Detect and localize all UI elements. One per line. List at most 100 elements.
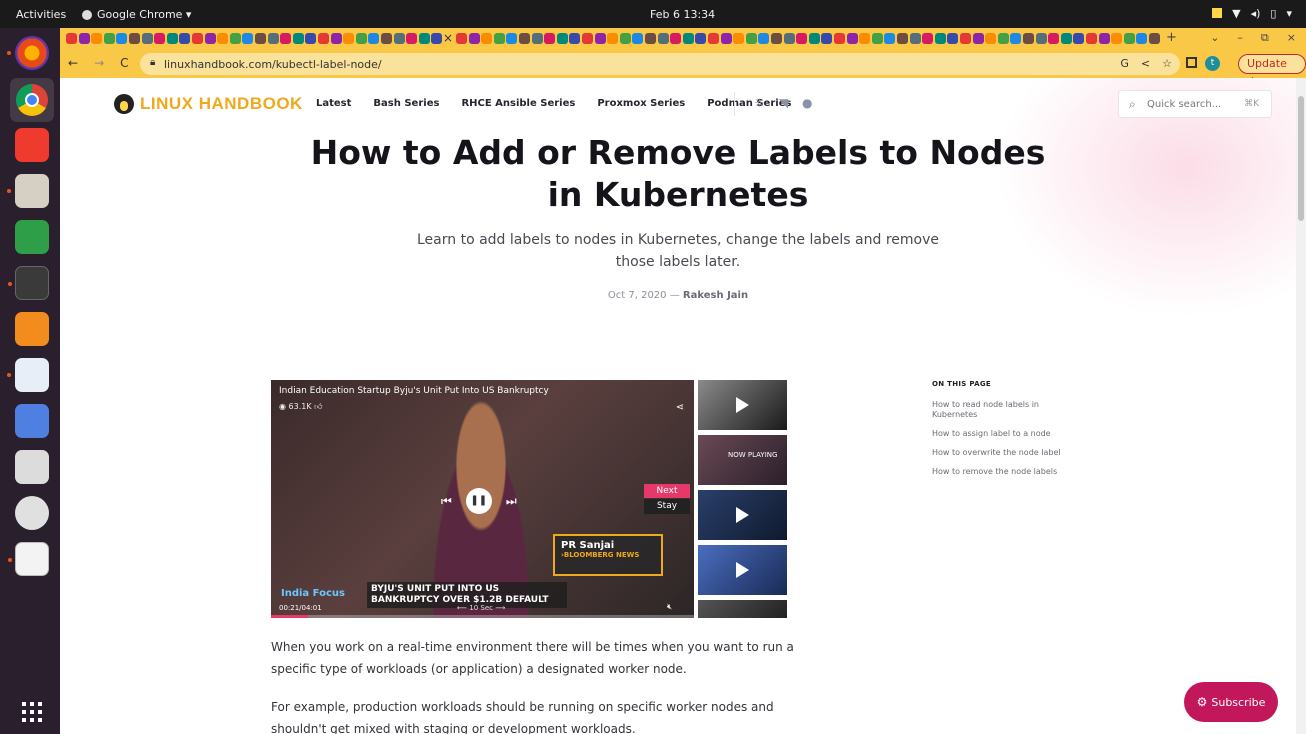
document-viewer-icon[interactable] [8,542,49,576]
activities-button[interactable]: Activities [16,8,66,21]
tab-favicon-icon[interactable] [393,33,405,44]
text-editor-icon[interactable] [7,358,49,392]
image-viewer-icon[interactable] [15,450,49,484]
tab-close-icon[interactable]: × [443,31,453,45]
tab-favicon-icon[interactable] [733,33,745,44]
tab-favicon-icon[interactable] [695,33,707,44]
playlist-thumb-2[interactable]: NOW PLAYING [698,435,787,485]
tab-favicon-icon[interactable] [78,33,90,44]
tab-favicon-icon[interactable] [531,33,543,44]
tab-favicon-icon[interactable] [682,33,694,44]
tab-favicon-icon[interactable] [141,33,153,44]
tab-favicon-icon[interactable] [1048,33,1060,44]
spreadsheet-icon[interactable] [15,220,49,254]
url-text[interactable]: linuxhandbook.com/kubectl-label-node/ [164,58,382,71]
restore-icon[interactable]: ⧉ [1261,31,1269,45]
tab-favicon-icon[interactable] [619,33,631,44]
tab-favicon-icon[interactable] [154,33,166,44]
playlist-thumb-5[interactable] [698,600,787,618]
tab-favicon-icon[interactable] [418,33,430,44]
tab-favicon-icon[interactable] [493,33,505,44]
tab-favicon-icon[interactable] [66,33,77,44]
playlist-thumb-4[interactable] [698,545,787,595]
tab-favicon-icon[interactable] [103,33,115,44]
update-button[interactable]: Update ⋮ [1238,54,1306,88]
tab-favicon-icon[interactable] [569,33,581,44]
firefox-icon[interactable] [7,36,49,70]
tab-favicon-icon[interactable] [1035,33,1047,44]
google-lens-icon[interactable]: G [1120,57,1129,70]
tab-favicon-icon[interactable] [758,33,770,44]
clock[interactable]: Feb 6 13:34 [650,8,715,21]
skip-control[interactable]: ⟵ 10 Sec ⟶ [457,604,505,612]
tab-favicon-icon[interactable] [91,33,103,44]
tab-favicon-icon[interactable] [972,33,984,44]
tab-favicon-icon[interactable] [846,33,858,44]
tab-favicon-icon[interactable] [871,33,883,44]
tab-favicon-icon[interactable] [884,33,896,44]
lock-icon[interactable]: 🔒︎ [150,57,155,68]
mute-icon[interactable]: 🔇︎ [667,602,672,612]
reload-icon[interactable]: C [120,56,128,70]
next-icon[interactable]: ⏭︎ [506,494,517,509]
tab-favicon-icon[interactable] [556,33,568,44]
tab-favicon-icon[interactable] [506,33,518,44]
tab-favicon-icon[interactable] [255,33,266,44]
tab-favicon-icon[interactable] [1098,33,1110,44]
tab-favicon-icon[interactable] [1086,33,1097,44]
tab-favicon-icon[interactable] [217,33,229,44]
tab-favicon-icon[interactable] [808,33,820,44]
system-tray[interactable]: ▼ ◂) ▯ ▾ [1212,7,1292,20]
tab-favicon-icon[interactable] [343,33,355,44]
tab-favicon-icon[interactable] [657,33,669,44]
tab-favicon-icon[interactable] [708,33,719,44]
anydesk-icon[interactable] [15,128,49,162]
notes-indicator-icon[interactable] [1212,8,1223,18]
tab-favicon-icon[interactable] [632,33,644,44]
profile-avatar[interactable]: t [1205,56,1220,71]
tab-favicon-icon[interactable] [1023,33,1034,44]
tab-favicon-icon[interactable] [645,33,656,44]
files-icon[interactable] [7,174,49,208]
tab-favicon-icon[interactable] [922,33,934,44]
facebook-icon[interactable]: ● [802,96,812,110]
previous-icon[interactable]: ⏮︎ [441,494,452,509]
article-author[interactable]: Rakesh Jain [683,290,748,301]
page-scrollbar[interactable] [1296,78,1306,734]
new-tab-button[interactable]: + [1166,30,1177,45]
tab-favicon-icon[interactable] [242,33,254,44]
tab-favicon-icon[interactable] [771,33,782,44]
tab-favicon-icon[interactable] [381,33,392,44]
toc-item[interactable]: How to overwrite the node label [932,448,1062,458]
playlist-thumb-3[interactable] [698,490,787,540]
tab-favicon-icon[interactable] [607,33,619,44]
tab-favicon-icon[interactable] [129,33,140,44]
quick-search-box[interactable]: ⌕ Quick search... ⌘K [1118,90,1272,118]
toc-item[interactable]: How to remove the node labels [932,467,1062,477]
screenshot-icon[interactable] [15,404,49,438]
tab-favicon-icon[interactable] [720,33,732,44]
tab-favicon-icon[interactable] [821,33,833,44]
share-icon[interactable]: ⋖ [676,402,684,413]
minimize-icon[interactable]: – [1237,31,1243,45]
tab-favicon-icon[interactable] [267,33,279,44]
tab-favicon-icon[interactable] [330,33,342,44]
site-logo[interactable]: LINUX HANDBOOK [114,94,303,114]
playlist-thumb-1[interactable] [698,380,787,430]
video-player[interactable]: Indian Education Startup Byju's Unit Put… [271,380,694,618]
app-menu[interactable]: Google Chrome ▾ [82,8,191,21]
tab-favicon-icon[interactable] [582,33,593,44]
tab-favicon-icon[interactable] [859,33,871,44]
chrome-icon[interactable] [10,78,54,122]
tab-favicon-icon[interactable] [1149,33,1160,44]
tab-favicon-icon[interactable] [192,33,203,44]
sublime-icon[interactable] [15,312,49,346]
tab-favicon-icon[interactable] [166,33,178,44]
tab-favicon-icon[interactable] [985,33,997,44]
tab-favicon-icon[interactable] [997,33,1009,44]
pause-button[interactable]: ❚❚ [465,488,492,514]
tab-favicon-icon[interactable] [280,33,292,44]
tab-favicon-icon[interactable] [481,33,493,44]
tab-favicon-icon[interactable] [1010,33,1022,44]
back-icon[interactable]: ← [68,56,78,70]
